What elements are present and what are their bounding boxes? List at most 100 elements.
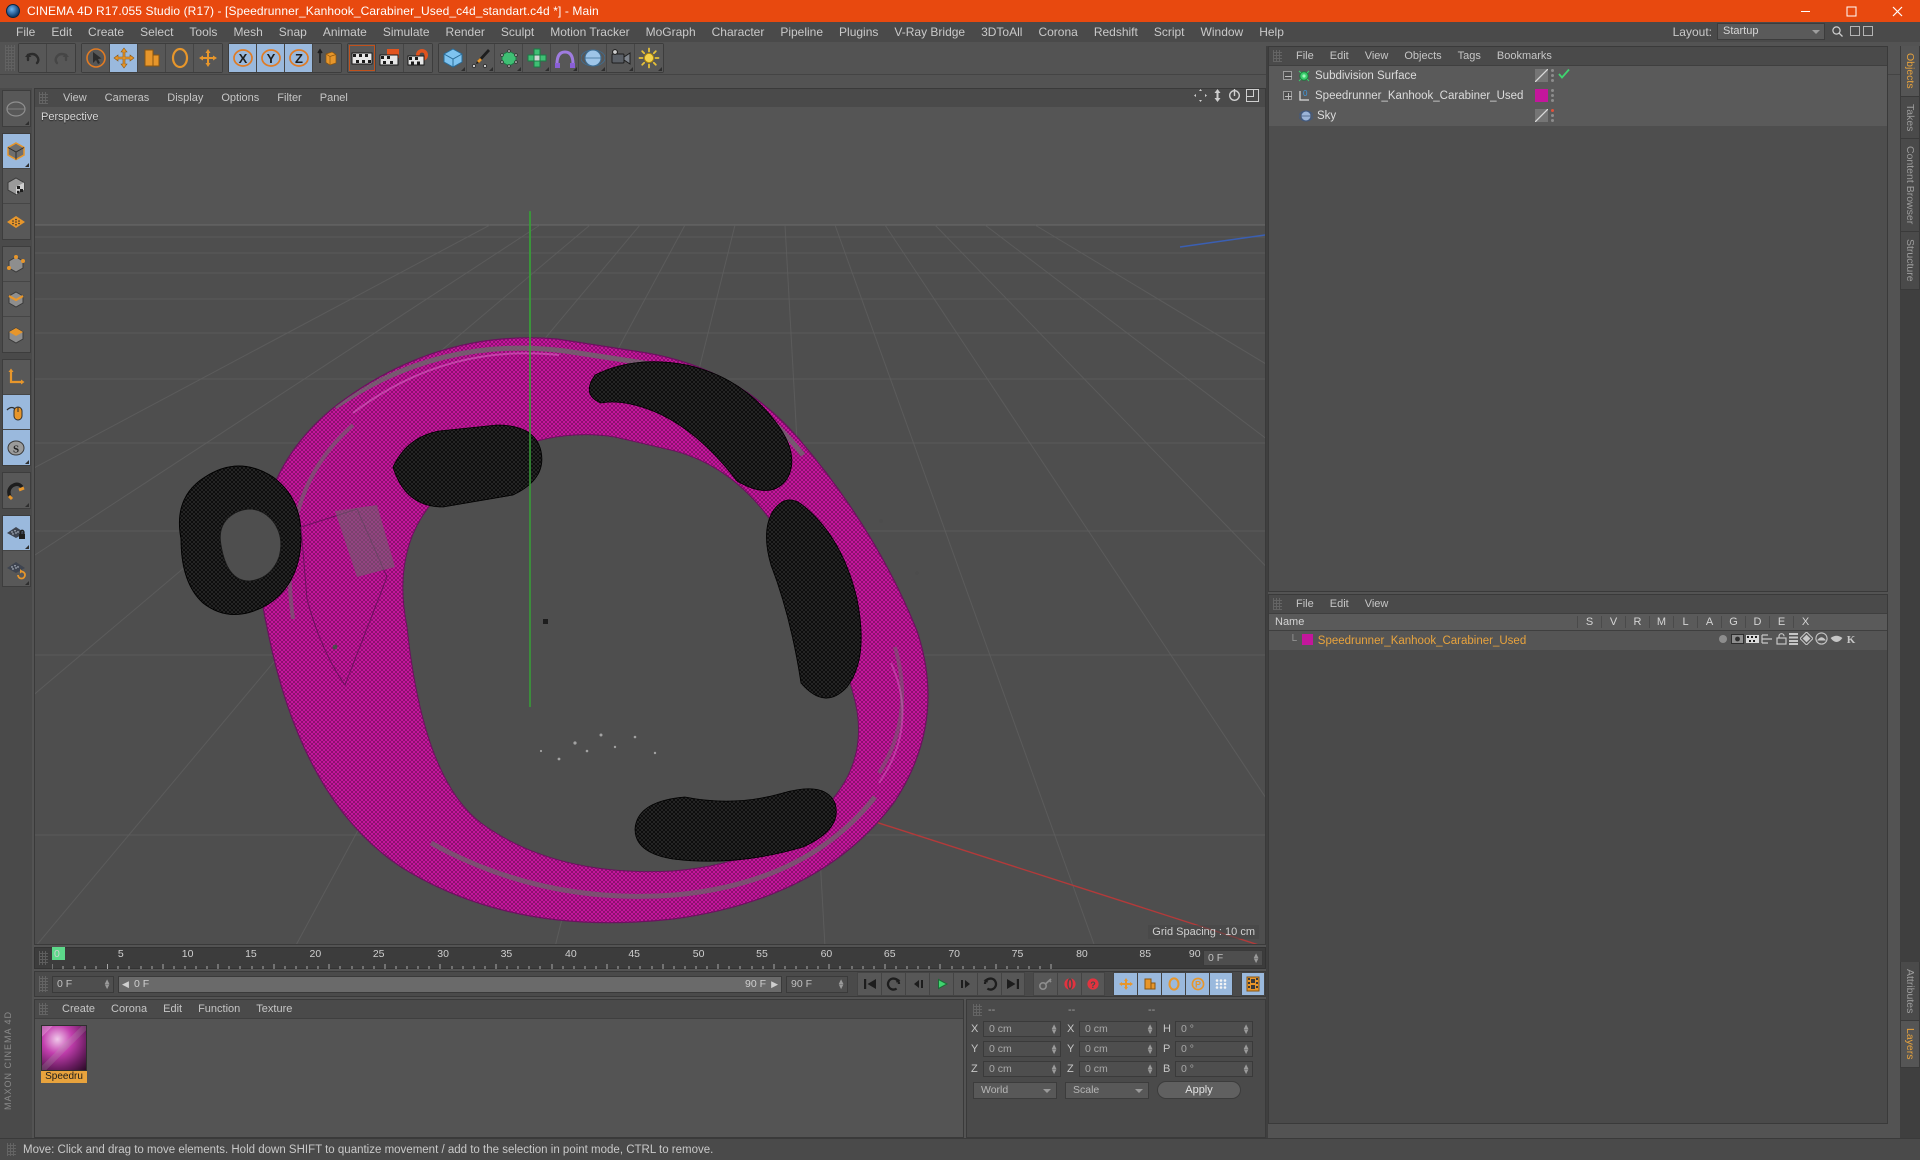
material-preview-sphere[interactable] <box>41 1025 87 1071</box>
table-row[interactable]: Subdivision Surface <box>1269 65 1887 86</box>
visibility-check-icon[interactable] <box>1558 67 1570 85</box>
lock-icon[interactable] <box>1776 632 1787 650</box>
table-row[interactable]: └ Speedrunner_Kanhook_Carabiner_Used K <box>1269 630 1887 650</box>
viewport-menu-panel[interactable]: Panel <box>311 92 357 104</box>
transform-mode-dropdown[interactable]: Scale <box>1065 1081 1149 1099</box>
size-z-input[interactable]: 0 cm ▲ ▼ <box>1079 1061 1157 1077</box>
spinner-icon[interactable]: ▲ ▼ <box>1242 1063 1250 1076</box>
object-tags-cell[interactable] <box>1533 65 1573 86</box>
xpresso-icon[interactable]: K <box>1845 632 1857 650</box>
objmgr-menu-bookmarks[interactable]: Bookmarks <box>1489 50 1560 62</box>
size-x-input[interactable]: 0 cm ▲ ▼ <box>1079 1021 1157 1037</box>
object-name-cell[interactable]: Subdivision Surface <box>1269 65 1533 86</box>
axis-modification-tool[interactable] <box>2 360 30 395</box>
matmgr-menu-view[interactable]: View <box>1357 598 1397 610</box>
material-manager-grip[interactable] <box>1273 598 1282 610</box>
matpanel-menu-create[interactable]: Create <box>54 1003 103 1015</box>
menu-item-sculpt[interactable]: Sculpt <box>493 22 542 42</box>
current-frame-field[interactable]: 0 F ▲ ▼ <box>1203 950 1263 966</box>
record-active-objects-button[interactable] <box>1057 972 1081 996</box>
enable-snapping-tool[interactable] <box>2 395 30 430</box>
animation-toolbar-grip[interactable] <box>39 976 48 992</box>
objmgr-menu-edit[interactable]: Edit <box>1322 50 1357 62</box>
planar-workplane-tool[interactable] <box>2 551 30 586</box>
rotate-tool-button[interactable] <box>166 44 194 72</box>
object-name-cell[interactable]: 0 Speedrunner_Kanhook_Carabiner_Used <box>1269 85 1533 106</box>
viewport-menu-display[interactable]: Display <box>158 92 212 104</box>
model-mode-tool[interactable] <box>2 134 30 169</box>
viewport-canvas[interactable]: Perspective Grid Spacing : 10 cm <box>35 107 1265 944</box>
play-backwards-button[interactable] <box>905 972 929 996</box>
menu-item-create[interactable]: Create <box>80 22 132 42</box>
render-view-button[interactable] <box>348 44 376 72</box>
material-attribute-icons[interactable]: K <box>1717 630 1887 650</box>
expression-icon[interactable] <box>1830 632 1843 650</box>
object-tags-cell[interactable] <box>1533 105 1573 126</box>
close-button[interactable] <box>1874 0 1920 22</box>
play-forwards-button[interactable] <box>929 972 953 996</box>
light-button[interactable] <box>635 44 663 72</box>
snap-settings-tool[interactable]: S <box>2 430 30 465</box>
select-tool-button[interactable] <box>82 44 110 72</box>
tab-takes[interactable]: Takes <box>1900 96 1920 140</box>
viewport-menu-filter[interactable]: Filter <box>268 92 310 104</box>
workplane-lock-tool[interactable] <box>2 516 30 551</box>
menu-item-vray-bridge[interactable]: V-Ray Bridge <box>886 22 973 42</box>
menu-item-simulate[interactable]: Simulate <box>375 22 438 42</box>
maximize-button[interactable] <box>1828 0 1874 22</box>
scale-tool-button[interactable] <box>138 44 166 72</box>
go-to-end-button[interactable] <box>1001 972 1025 996</box>
redo-button[interactable] <box>47 44 75 72</box>
size-y-input[interactable]: 0 cm ▲ ▼ <box>1079 1041 1157 1057</box>
x-axis-lock-button[interactable]: X <box>229 44 257 72</box>
visibility-icon[interactable] <box>1731 632 1744 650</box>
menu-item-plugins[interactable]: Plugins <box>831 22 886 42</box>
spinner-icon[interactable]: ▲ ▼ <box>837 977 845 990</box>
menu-item-mesh[interactable]: Mesh <box>225 22 270 42</box>
search-icon[interactable] <box>1831 25 1844 38</box>
menu-item-render[interactable]: Render <box>438 22 493 42</box>
menu-item-select[interactable]: Select <box>132 22 181 42</box>
menu-item-help[interactable]: Help <box>1251 22 1292 42</box>
timeline-ruler[interactable]: 0 5 10 15 20 25 30 35 40 45 50 55 60 65 … <box>52 947 1203 969</box>
menu-item-window[interactable]: Window <box>1193 22 1252 42</box>
undo-button[interactable] <box>19 44 47 72</box>
tab-content-browser[interactable]: Content Browser <box>1900 139 1920 233</box>
viewport-menu-cameras[interactable]: Cameras <box>96 92 159 104</box>
spinner-icon[interactable]: ▲ ▼ <box>1242 1043 1250 1056</box>
objmgr-menu-tags[interactable]: Tags <box>1450 50 1489 62</box>
objmgr-menu-objects[interactable]: Objects <box>1396 50 1449 62</box>
rot-h-input[interactable]: 0 ° ▲ ▼ <box>1175 1021 1253 1037</box>
scale-key-button[interactable] <box>1137 972 1161 996</box>
render-settings-button[interactable] <box>404 44 432 72</box>
object-tags-cell[interactable] <box>1533 85 1573 106</box>
spinner-icon[interactable]: ▲ ▼ <box>1050 1043 1058 1056</box>
objmgr-menu-file[interactable]: File <box>1288 50 1322 62</box>
viewport-menu-view[interactable]: View <box>54 92 96 104</box>
panel-layout-icons[interactable] <box>1850 26 1874 37</box>
generate-icon[interactable] <box>1799 630 1814 650</box>
rotation-key-button[interactable] <box>1161 972 1185 996</box>
material-tag-icon[interactable] <box>1535 89 1548 102</box>
material-thumbnail[interactable]: Speedru <box>41 1025 87 1083</box>
expand-expander-icon[interactable] <box>1283 91 1292 100</box>
matmgr-menu-edit[interactable]: Edit <box>1322 598 1357 610</box>
dolly-viewport-icon[interactable] <box>1212 89 1223 107</box>
spinner-icon[interactable]: ▲ ▼ <box>1252 952 1260 965</box>
world-object-coord-button[interactable] <box>313 44 341 72</box>
render-icon[interactable] <box>1746 632 1759 650</box>
toolbar-grip[interactable] <box>5 45 15 71</box>
parameter-key-button[interactable]: P <box>1185 972 1209 996</box>
matpanel-menu-function[interactable]: Function <box>190 1003 248 1015</box>
matpanel-menu-corona[interactable]: Corona <box>103 1003 155 1015</box>
pos-y-input[interactable]: 0 cm ▲ ▼ <box>983 1041 1061 1057</box>
menu-item-motion-tracker[interactable]: Motion Tracker <box>542 22 637 42</box>
object-tree[interactable]: Subdivision Surface 0 Speedrunner_Kanhoo… <box>1269 65 1887 591</box>
checker-swatch-icon[interactable] <box>1534 108 1549 123</box>
apply-button[interactable]: Apply <box>1157 1081 1241 1099</box>
tab-layers[interactable]: Layers <box>1900 1021 1920 1068</box>
tab-structure[interactable]: Structure <box>1900 232 1920 290</box>
collapse-expander-icon[interactable] <box>1283 71 1292 80</box>
viewport-menu-options[interactable]: Options <box>212 92 268 104</box>
go-to-start-button[interactable] <box>857 972 881 996</box>
